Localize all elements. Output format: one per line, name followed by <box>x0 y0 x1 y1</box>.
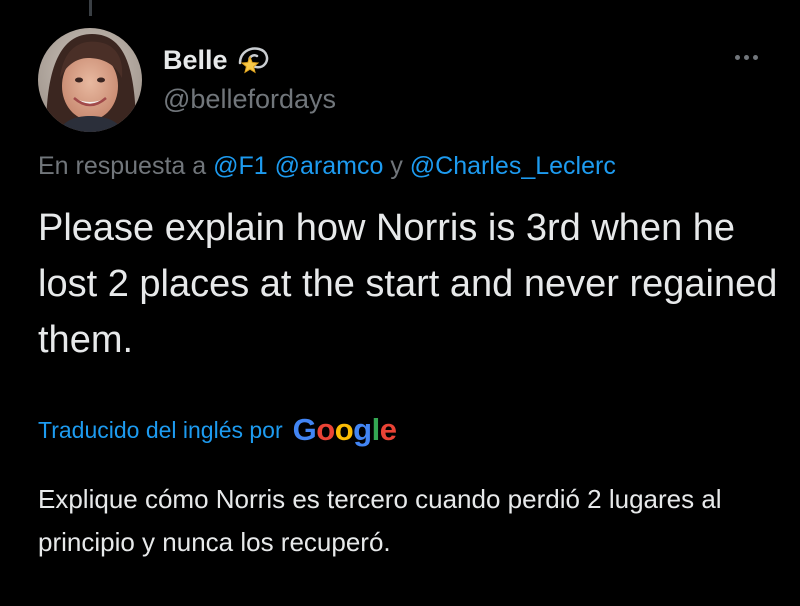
reply-context: En respuesta a @F1 @aramco y @Charles_Le… <box>38 150 616 182</box>
dizzy-star-icon <box>236 43 270 77</box>
thread-connector-line <box>89 0 92 16</box>
reply-conjunction: y <box>390 152 403 180</box>
mention-link[interactable]: @aramco <box>275 152 384 180</box>
translated-tweet-text: Explique cómo Norris es tercero cuando p… <box>38 484 722 557</box>
more-dot <box>743 54 749 60</box>
translation-label: Traducido del inglés por <box>38 417 283 443</box>
profile-photo-icon <box>38 28 142 132</box>
user-handle[interactable]: @bellefordays <box>163 83 336 115</box>
translate-attribution[interactable]: Traducido del inglés por Google <box>38 412 397 448</box>
display-name-text: Belle <box>163 45 228 75</box>
google-letter-o1: o <box>316 412 335 447</box>
google-letter-e: e <box>379 412 397 447</box>
google-letter-g: G <box>292 412 317 447</box>
more-options-icon[interactable] <box>724 42 768 72</box>
display-name[interactable]: Belle <box>163 43 270 77</box>
avatar[interactable] <box>38 28 142 132</box>
google-letter-g2: g <box>353 412 372 447</box>
google-letter-l: l <box>371 412 381 447</box>
more-dot <box>752 54 758 60</box>
more-dot <box>734 54 740 60</box>
mention-link[interactable]: @Charles_Leclerc <box>410 152 616 180</box>
google-logo: Google <box>293 412 397 448</box>
reply-prefix: En respuesta a <box>38 152 207 180</box>
tweet-text: Please explain how Norris is 3rd when he… <box>38 207 778 361</box>
google-letter-o2: o <box>334 412 354 447</box>
mention-link[interactable]: @F1 <box>213 152 268 180</box>
